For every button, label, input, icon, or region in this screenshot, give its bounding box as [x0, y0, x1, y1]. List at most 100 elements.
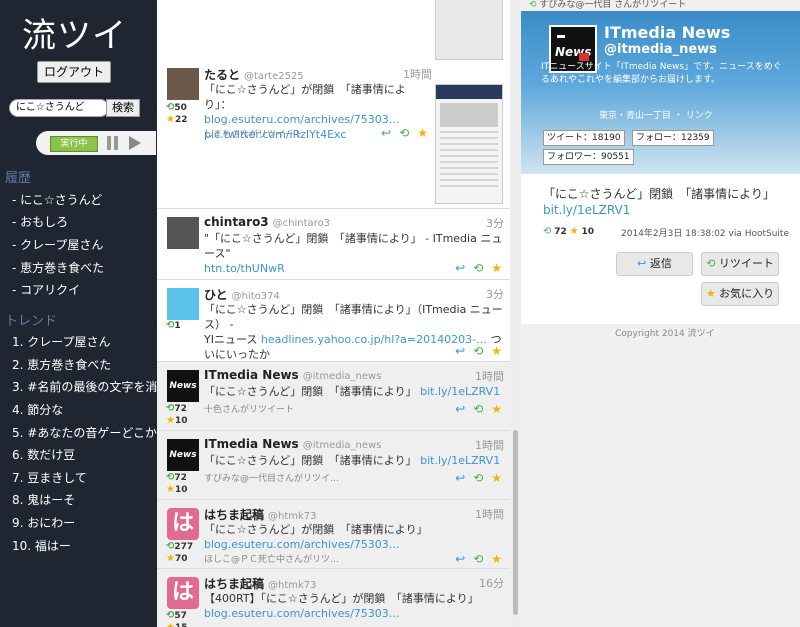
tweet-item[interactable]: chintaro3 @chintaro3 3分 "「にこ☆さうんど」閉鎖 「諸事情…: [157, 209, 510, 280]
tweet-count: ツイート：18190: [543, 130, 625, 146]
tweet-image[interactable]: [435, 84, 503, 204]
trend-item[interactable]: 10. 福はー: [12, 537, 71, 554]
scrollbar-thumb[interactable]: [513, 430, 518, 615]
reply-icon[interactable]: ↩: [455, 344, 465, 358]
tweet-author[interactable]: はちま起稿 @htmk73: [204, 506, 317, 523]
avatar[interactable]: は: [167, 577, 199, 609]
tweet-link[interactable]: blog.esuteru.com/archives/75303…: [204, 537, 428, 552]
avatar[interactable]: [167, 68, 199, 100]
trend-item[interactable]: 8. 鬼はーそ: [12, 491, 75, 508]
tweet-link[interactable]: bit.ly/1eLZRV1: [420, 454, 500, 467]
star-icon: ★: [166, 415, 175, 426]
app-logo: 流ツイ: [22, 16, 127, 56]
history-item[interactable]: - コアリクイ: [12, 281, 80, 298]
favorite-button[interactable]: ★ お気に入り: [701, 282, 779, 306]
detail-stats: ⟲ 72 ★ 10: [543, 226, 595, 237]
detail-tweet-link[interactable]: bit.ly/1eLZRV1: [543, 202, 775, 218]
star-icon[interactable]: ★: [491, 261, 502, 275]
search-button[interactable]: 検索: [106, 99, 140, 117]
tweet-author[interactable]: ひと @hito374: [204, 286, 280, 303]
logout-button[interactable]: ログアウト: [37, 61, 111, 83]
tweet-time: 16分: [479, 577, 504, 590]
star-icon[interactable]: ★: [491, 552, 502, 566]
trend-item[interactable]: 3. #名前の最後の文字を消…: [12, 378, 157, 395]
avatar[interactable]: News: [167, 370, 199, 402]
star-icon[interactable]: ★: [417, 126, 428, 140]
tweet-author[interactable]: はちま起稿 @htmk73: [204, 575, 317, 592]
trend-item[interactable]: 1. クレープ屋さん: [12, 333, 111, 350]
tweet-link[interactable]: blog.esuteru.com/archives/75303…: [204, 606, 479, 621]
tweet-author[interactable]: たると @tarte2525: [204, 66, 304, 83]
retweet-icon[interactable]: ⟲: [473, 471, 483, 485]
timeline-scrollbar[interactable]: [510, 0, 521, 627]
history-item[interactable]: - 恵方巻き食べた: [12, 259, 104, 276]
profile-location[interactable]: 東京・青山一丁目 ・ リンク: [599, 108, 713, 121]
tweet-item[interactable]: News ITmedia News @itmedia_news 1時間 「にこ☆さ…: [157, 431, 510, 500]
star-icon: ★: [166, 484, 175, 495]
history-item[interactable]: - にこ☆さうんど: [12, 191, 102, 208]
avatar[interactable]: News: [167, 439, 199, 471]
tweet-time: 3分: [486, 288, 504, 301]
tweet-link[interactable]: headlines.yahoo.co.jp/hl?a=20140203-…: [261, 333, 487, 346]
star-icon[interactable]: ★: [491, 471, 502, 485]
trend-item[interactable]: 7. 豆まきして: [12, 469, 87, 486]
tweet-text: 「にこ☆さうんど」が閉鎖 「諸事情により」 blog.esuteru.com/a…: [204, 523, 428, 552]
detail-panel: ⟲ すぴみな@一代目 さんがリツイート News ITmedia News @i…: [521, 0, 800, 627]
retweet-button[interactable]: ⟲ リツイート: [701, 252, 779, 276]
pause-icon[interactable]: [107, 136, 119, 150]
tweet-stats: ⟲50 ★22: [166, 102, 188, 125]
reply-button[interactable]: ↩ 返信: [616, 252, 693, 276]
retweet-icon[interactable]: ⟲: [399, 126, 409, 140]
trend-item[interactable]: 9. おにわー: [12, 514, 75, 531]
reply-icon: ↩: [637, 257, 650, 270]
reply-icon[interactable]: ↩: [455, 261, 465, 275]
tweet-item[interactable]: News ITmedia News @itmedia_news 1時間 「にこ☆さ…: [157, 362, 510, 431]
reply-icon[interactable]: ↩: [455, 471, 465, 485]
retweet-notice: ⟲ すぴみな@一代目 さんがリツイート: [529, 0, 687, 10]
retweet-icon[interactable]: ⟲: [473, 402, 483, 416]
search-input[interactable]: [9, 99, 109, 117]
tweet-stats: ⟲1: [166, 320, 181, 331]
following-count: フォロー：12359: [632, 130, 714, 146]
star-icon: ★: [569, 226, 579, 237]
star-icon[interactable]: ★: [491, 344, 502, 358]
avatar[interactable]: [167, 288, 199, 320]
trend-item[interactable]: 4. 節分な: [12, 401, 63, 418]
tweet-author[interactable]: chintaro3 @chintaro3: [204, 215, 330, 229]
history-item[interactable]: - クレープ屋さん: [12, 236, 103, 253]
play-icon[interactable]: [129, 136, 141, 150]
star-icon[interactable]: ★: [491, 402, 502, 416]
retweet-icon: ⟲: [706, 257, 719, 270]
tweet-link[interactable]: blog.esuteru.com/archives/75303…: [204, 112, 429, 127]
tweet-author[interactable]: ITmedia News @itmedia_news: [204, 368, 381, 382]
tweet-item[interactable]: は はちま起稿 @htmk73 16分 【400RT】「にこ☆さうんど」が閉鎖 「…: [157, 569, 510, 627]
tweet-item[interactable]: ひと @hito374 3分 「にこ☆さうんど」閉鎖 「諸事情により」（ITmed…: [157, 280, 510, 362]
running-status-button[interactable]: 実行中: [50, 136, 98, 152]
retweet-icon[interactable]: ⟲: [473, 344, 483, 358]
tweet-item[interactable]: たると @tarte2525 1時間 「にこ☆さうんど」が閉鎖 「諸事情により」：…: [157, 60, 510, 209]
reply-icon[interactable]: ↩: [455, 402, 465, 416]
avatar[interactable]: [167, 217, 199, 249]
reply-icon[interactable]: ↩: [455, 552, 465, 566]
copyright: Copyright 2014 流ツイ: [615, 329, 715, 339]
retweet-icon[interactable]: ⟲: [473, 552, 483, 566]
tweet-link[interactable]: bit.ly/1eLZRV1: [420, 385, 500, 398]
tweet-image[interactable]: [435, 0, 503, 60]
tweet-item[interactable]: は はちま起稿 @htmk73 1時間 「にこ☆さうんど」が閉鎖 「諸事情により」…: [157, 500, 510, 569]
trend-item[interactable]: 6. 数だけ豆: [12, 446, 75, 463]
tweet-actions: ↩ ⟲ ★: [455, 402, 502, 416]
trend-item[interactable]: 2. 恵方巻き食べた: [12, 356, 111, 373]
history-item[interactable]: - おもしろ: [12, 213, 68, 230]
avatar[interactable]: は: [167, 508, 199, 540]
tweet-author[interactable]: ITmedia News @itmedia_news: [204, 437, 381, 451]
detail-tweet-text: 「にこ☆さうんど」閉鎖 「諸事情により」 bit.ly/1eLZRV1: [543, 187, 775, 218]
retweeted-by: しまをさんがリツイート: [204, 130, 304, 140]
star-icon: ★: [166, 553, 175, 564]
stream-controls: 実行中: [36, 131, 156, 155]
retweet-icon[interactable]: ⟲: [473, 261, 483, 275]
reply-icon[interactable]: ↩: [381, 126, 391, 140]
tweet-actions: ↩ ⟲ ★: [455, 344, 502, 358]
tweet-time: 1時間: [475, 508, 504, 521]
detail-meta: 2014年2月3日 18:38:02 via HootSuite: [621, 229, 789, 239]
trend-item[interactable]: 5. #あなたの音ゲーどこか…: [12, 424, 157, 441]
